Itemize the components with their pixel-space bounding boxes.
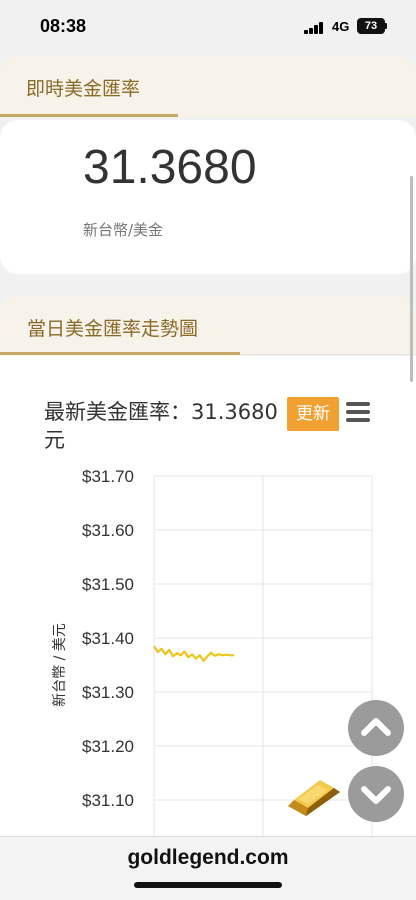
battery-tip	[385, 23, 387, 29]
refresh-button[interactable]: 更新	[287, 397, 339, 431]
y-tick-label: $31.20	[82, 737, 134, 756]
chevron-down-icon	[361, 786, 391, 804]
site-domain[interactable]: goldlegend.com	[0, 846, 416, 870]
battery-icon: 73	[357, 18, 385, 34]
status-time: 08:38	[40, 16, 87, 36]
tab-realtime-rate-label: 即時美金匯率	[26, 78, 141, 100]
tab-active-underline	[0, 114, 178, 117]
signal-icon	[304, 22, 326, 34]
scroll-down-button[interactable]	[348, 766, 404, 822]
network-type: 4G	[332, 19, 350, 34]
scroll-up-button[interactable]	[348, 700, 404, 756]
tab-daily-trend-label: 當日美金匯率走勢圖	[27, 318, 199, 340]
y-axis-label: 新台幣 / 美元	[52, 623, 68, 707]
status-bar: 08:38 4G 73	[0, 0, 416, 56]
y-tick-label: $31.40	[82, 629, 134, 648]
rate-value: 31.3680	[83, 141, 257, 194]
y-tick-label: $31.10	[82, 791, 134, 810]
chevron-up-icon	[361, 718, 391, 736]
y-tick-label: $31.70	[82, 467, 134, 486]
scrollbar[interactable]	[410, 176, 413, 382]
y-tick-label: $31.30	[82, 683, 134, 702]
home-indicator	[134, 882, 282, 888]
y-tick-label: $31.60	[82, 521, 134, 540]
rate-unit: 新台幣/美金	[83, 221, 164, 239]
gold-bar-icon	[288, 780, 340, 816]
chart-title: 最新美金匯率：31.3680元	[44, 400, 278, 452]
hamburger-menu-icon[interactable]	[346, 402, 370, 424]
tab-active-underline	[0, 352, 240, 355]
y-tick-label: $31.50	[82, 575, 134, 594]
divider	[240, 354, 416, 355]
